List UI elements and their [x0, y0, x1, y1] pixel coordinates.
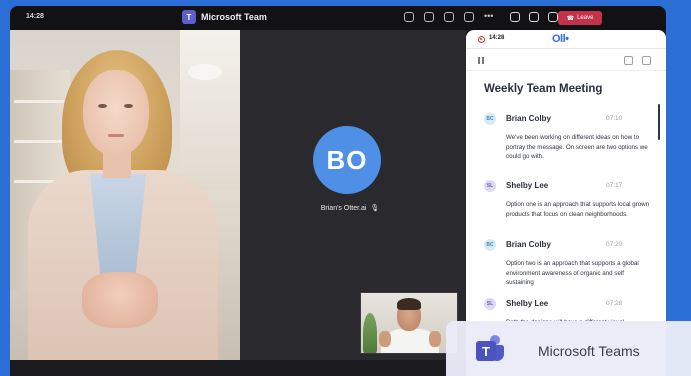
camera-icon[interactable]	[510, 12, 520, 22]
chat-icon[interactable]	[424, 12, 434, 22]
person-face	[83, 70, 149, 156]
participant-video-woman[interactable]	[10, 30, 240, 360]
otter-logo: Oll•	[552, 33, 569, 45]
speaker-avatar: SL	[484, 180, 496, 192]
pause-icon[interactable]	[478, 54, 486, 66]
screen-share-icon[interactable]	[548, 12, 558, 22]
leave-button-label: Leave	[577, 15, 594, 21]
message-timestamp[interactable]: 07:17	[606, 182, 622, 189]
thumbnail-person-hair	[397, 298, 421, 310]
speaker-name: Brian Colby	[506, 114, 551, 123]
app-title: T Microsoft Team	[182, 10, 267, 24]
speaker-avatar: SL	[484, 298, 496, 310]
microsoft-teams-label: Microsoft Teams	[538, 343, 640, 359]
transcript-message: BC Brian Colby 07:20 Option two is an ap…	[484, 239, 654, 286]
panel-header: 14:28 Oll•	[466, 30, 666, 48]
leave-button[interactable]: ☎ Leave	[558, 11, 602, 25]
panel-divider	[466, 48, 666, 49]
message-text: Option one is an approach that supports …	[506, 201, 650, 218]
transcript-message: BC Brian Colby 07:10 We've been working …	[484, 113, 654, 160]
message-header: SL Shelby Lee 07:17	[484, 180, 654, 194]
person-hands	[82, 272, 158, 328]
recording-time: 14:28	[489, 35, 505, 41]
transcript-message: SL Shelby Lee 07:28 Both the designs wil…	[484, 298, 654, 326]
background-window	[180, 30, 240, 190]
clock-time: 14:28	[26, 13, 44, 20]
panel-divider-secondary	[466, 70, 666, 71]
message-timestamp[interactable]: 07:10	[606, 115, 622, 122]
title-bar: 14:28 T Microsoft Team ••• ☎ Leave	[10, 6, 666, 30]
media-controls	[510, 12, 558, 22]
people-icon[interactable]	[404, 12, 414, 22]
muted-mic-icon: 🎙	[368, 205, 380, 212]
speaker-avatar: BC	[484, 239, 496, 251]
panel-expand-icon[interactable]	[624, 54, 633, 66]
more-options-icon[interactable]: •••	[484, 12, 496, 22]
message-text: We've been working on different ideas on…	[506, 134, 648, 160]
message-text: Option two is an approach that supports …	[506, 260, 639, 286]
recording-icon	[478, 36, 485, 43]
participant-name-text: Brian's Otter.ai	[320, 205, 367, 212]
apps-icon[interactable]	[464, 12, 474, 22]
transcript-message: SL Shelby Lee 07:17 Option one is an app…	[484, 180, 654, 218]
meeting-toolbar: •••	[404, 12, 496, 22]
microsoft-teams-logo-icon: T	[476, 335, 504, 363]
speaker-name: Shelby Lee	[506, 181, 549, 190]
thumbnail-plant	[363, 313, 377, 353]
self-view-thumbnail[interactable]	[360, 292, 458, 354]
message-header: BC Brian Colby 07:10	[484, 113, 654, 127]
speaker-name: Brian Colby	[506, 240, 551, 249]
message-header: BC Brian Colby 07:20	[484, 239, 654, 253]
meeting-title: Weekly Team Meeting	[484, 83, 603, 95]
app-title-text: Microsoft Team	[201, 12, 267, 22]
panel-menu-icon[interactable]	[642, 54, 651, 66]
participant-name: Brian's Otter.ai 🎙	[300, 204, 400, 212]
microphone-icon[interactable]	[529, 12, 539, 22]
participant-avatar: BO	[313, 126, 381, 194]
background-lamp	[188, 64, 222, 80]
phone-icon: ☎	[566, 15, 575, 22]
speaker-name: Shelby Lee	[506, 299, 549, 308]
teams-logo-icon: T	[182, 10, 196, 24]
thumbnail-hand-left	[379, 331, 391, 347]
message-timestamp[interactable]: 07:20	[606, 241, 622, 248]
speaker-avatar: BC	[484, 113, 496, 125]
message-timestamp[interactable]: 07:28	[606, 300, 622, 307]
microsoft-teams-badge: T Microsoft Teams	[446, 321, 691, 376]
share-screen-icon[interactable]	[444, 12, 454, 22]
thumbnail-hand-right	[429, 331, 441, 347]
transcript-scrollbar[interactable]	[658, 104, 660, 140]
message-header: SL Shelby Lee 07:28	[484, 298, 654, 312]
